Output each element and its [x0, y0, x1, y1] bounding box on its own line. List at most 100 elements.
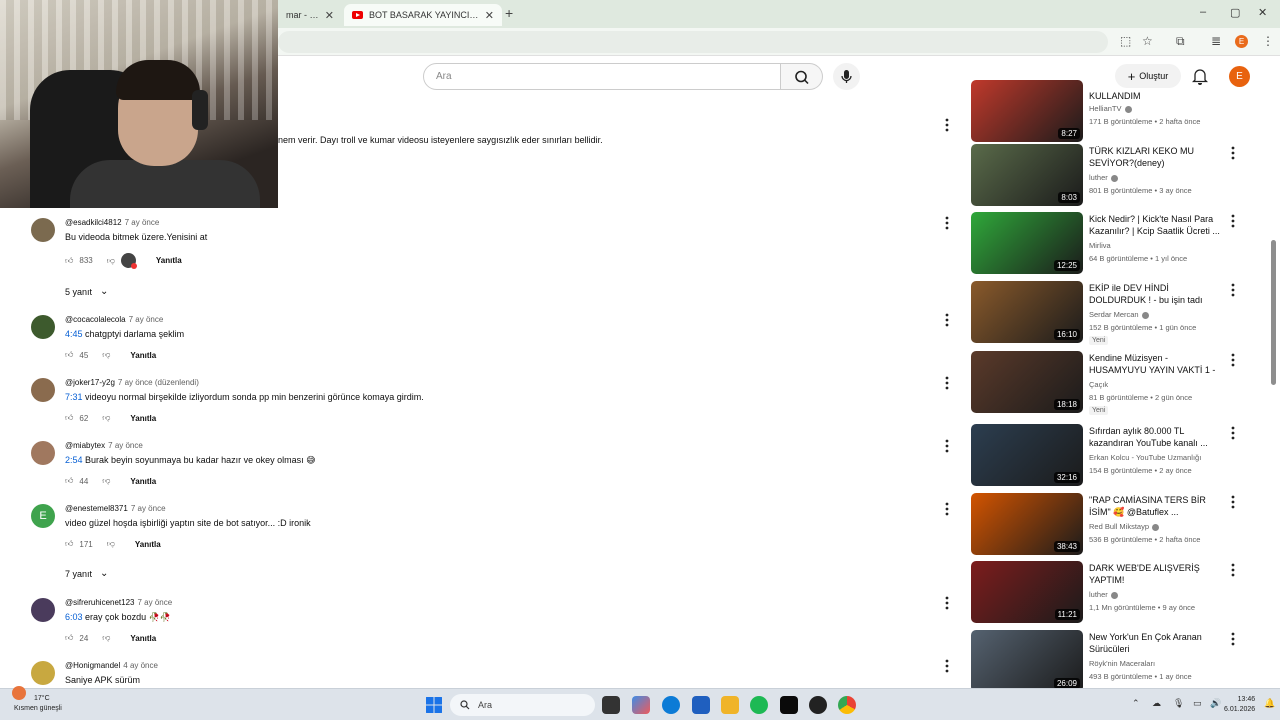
notifications-bell-icon[interactable] — [1192, 68, 1208, 85]
close-window-button[interactable]: ✕ — [1258, 6, 1267, 19]
video-more-icon[interactable] — [1230, 214, 1236, 228]
notifications-icon[interactable]: 🔔 — [1264, 698, 1275, 709]
dislike-icon[interactable]: 👎︎ — [102, 350, 110, 360]
tray-chevron-icon[interactable]: ⌃ — [1132, 698, 1140, 709]
browser-profile-avatar[interactable]: E — [1235, 35, 1248, 48]
comment-time[interactable]: 7 ay önce — [131, 504, 166, 513]
video-title[interactable]: Kendine Müzisyen - HUSAMYUYU YAYIN VAKTİ… — [1089, 352, 1224, 376]
comment-timestamp-link[interactable]: 2:54 — [65, 455, 83, 465]
tab-close-icon[interactable]: ✕ — [485, 9, 494, 22]
comment-time[interactable]: 7 ay önce — [108, 441, 143, 450]
channel-name[interactable]: Erkan Kolcu - YouTube Uzmanlığı — [1089, 453, 1201, 462]
comment-more-icon[interactable] — [944, 439, 950, 453]
comment-more-icon[interactable] — [944, 502, 950, 516]
reply-button[interactable]: Yanıtla — [156, 256, 182, 265]
reply-button[interactable]: Yanıtla — [130, 414, 156, 423]
like-icon[interactable]: 👍︎ — [65, 476, 73, 486]
comment-author[interactable]: @cocacolalecola — [65, 315, 126, 324]
minimize-button[interactable]: – — [1200, 6, 1206, 18]
dislike-icon[interactable]: 👎︎ — [102, 413, 110, 423]
view-replies-button[interactable]: 7 yanıt ⌄ — [65, 568, 108, 579]
like-icon[interactable]: 👍︎ — [65, 539, 73, 549]
recommended-video[interactable]: 8:03 TÜRK KIZLARI KEKO MU SEVİYOR?(deney)… — [971, 144, 1271, 208]
extensions-icon[interactable]: ⧉ — [1176, 34, 1185, 49]
comment-time[interactable]: 4 ay önce — [123, 661, 158, 670]
channel-name[interactable]: luther — [1089, 590, 1118, 599]
voice-search-button[interactable] — [833, 63, 860, 90]
video-thumbnail[interactable]: 38:43 — [971, 493, 1083, 555]
commenter-avatar[interactable] — [31, 315, 55, 339]
windows-start-icon[interactable] — [425, 696, 443, 714]
edge-icon[interactable] — [662, 696, 680, 714]
chrome-icon[interactable] — [838, 696, 856, 714]
tray-app-icon[interactable]: ☁ — [1152, 698, 1161, 709]
video-thumbnail[interactable]: 18:18 — [971, 351, 1083, 413]
search-button[interactable] — [781, 63, 823, 90]
dislike-icon[interactable]: 👎︎ — [107, 256, 115, 266]
taskbar-clock[interactable]: 13:46 6.01.2026 — [1224, 695, 1255, 715]
comment-author[interactable]: @Honigmandel — [65, 661, 120, 670]
comment-time[interactable]: 7 ay önce — [138, 598, 173, 607]
comment-author[interactable]: @esadkilci4812 — [65, 218, 122, 227]
video-title[interactable]: "RAP CAMİASINA TERS BİR İSİM" 🥰 @Batufle… — [1089, 494, 1224, 518]
video-more-icon[interactable] — [1230, 563, 1236, 577]
tab-close-icon[interactable]: ✕ — [325, 9, 334, 22]
new-tab-button[interactable]: + — [505, 5, 513, 21]
video-more-icon[interactable] — [1230, 632, 1236, 646]
commenter-avatar[interactable] — [31, 598, 55, 622]
video-more-icon[interactable] — [1230, 353, 1236, 367]
account-avatar[interactable]: E — [1229, 66, 1250, 87]
task-view-icon[interactable] — [602, 696, 620, 714]
comment-timestamp-link[interactable]: 6:03 — [65, 612, 83, 622]
address-bar[interactable] — [278, 31, 1108, 53]
reply-button[interactable]: Yanıtla — [130, 477, 156, 486]
maximize-button[interactable]: ▢ — [1230, 6, 1240, 19]
app-icon[interactable] — [809, 696, 827, 714]
volume-icon[interactable]: 🔊 — [1210, 698, 1221, 709]
channel-name[interactable]: Çaçık — [1089, 380, 1108, 389]
reply-button[interactable]: Yanıtla — [130, 351, 156, 360]
file-explorer-icon[interactable] — [721, 696, 739, 714]
video-title[interactable]: Sıfırdan aylık 80.000 TL kazandıran YouT… — [1089, 425, 1224, 449]
comment-more-icon[interactable] — [944, 376, 950, 390]
like-icon[interactable]: 👍︎ — [65, 350, 73, 360]
video-title[interactable]: Kick Nedir? | Kick'te Nasıl Para Kazanıl… — [1089, 213, 1224, 237]
video-thumbnail[interactable]: 11:21 — [971, 561, 1083, 623]
comment-more-icon[interactable] — [944, 596, 950, 610]
taskbar-search[interactable]: Ara — [450, 694, 595, 716]
channel-name[interactable]: HellianTV — [1089, 104, 1132, 113]
commenter-avatar[interactable] — [31, 218, 55, 242]
video-title[interactable]: EKİP ile DEV HİNDİ DOLDURDUK ! - bu işin… — [1089, 282, 1224, 306]
comment-time[interactable]: 7 ay önce — [125, 218, 160, 227]
recommended-video[interactable]: 11:21 DARK WEB'DE ALIŞVERİŞ YAPTIM! luther… — [971, 561, 1271, 625]
install-app-icon[interactable]: ⬚ — [1120, 34, 1131, 48]
comment-more-icon[interactable] — [944, 216, 950, 230]
video-title[interactable]: New York'un En Çok Aranan Sürücüleri — [1089, 631, 1224, 655]
commenter-avatar[interactable] — [31, 661, 55, 685]
view-replies-button[interactable]: 5 yanıt ⌄ — [65, 286, 108, 297]
dislike-icon[interactable]: 👎︎ — [102, 633, 110, 643]
video-title[interactable]: DARK WEB'DE ALIŞVERİŞ YAPTIM! — [1089, 562, 1224, 586]
bookmark-star-icon[interactable]: ☆ — [1142, 34, 1153, 48]
comment-time[interactable]: 7 ay önce — [129, 315, 164, 324]
comment-more-icon[interactable] — [944, 659, 950, 673]
video-more-icon[interactable] — [1230, 495, 1236, 509]
store-icon[interactable] — [692, 696, 710, 714]
recommended-video[interactable]: 32:16 Sıfırdan aylık 80.000 TL kazandıran… — [971, 424, 1271, 488]
like-icon[interactable]: 👍︎ — [65, 413, 73, 423]
channel-name[interactable]: Mirliva — [1089, 241, 1111, 250]
reply-button[interactable]: Yanıtla — [135, 540, 161, 549]
like-icon[interactable]: 👍︎ — [65, 256, 73, 266]
network-icon[interactable]: ▭ — [1193, 698, 1202, 709]
video-thumbnail[interactable]: 8:27 — [971, 80, 1083, 142]
video-thumbnail[interactable]: 12:25 — [971, 212, 1083, 274]
search-input[interactable]: Ara — [423, 63, 781, 90]
comment-author[interactable]: @joker17-y2g — [65, 378, 115, 387]
commenter-avatar[interactable] — [31, 378, 55, 402]
comment-author[interactable]: @enestemel8371 — [65, 504, 128, 513]
video-more-icon[interactable] — [1230, 426, 1236, 440]
like-icon[interactable]: 👍︎ — [65, 633, 73, 643]
channel-name[interactable]: Röyk'nin Maceraları — [1089, 659, 1155, 668]
comment-author[interactable]: @miabytex — [65, 441, 105, 450]
commenter-avatar[interactable]: E — [31, 504, 55, 528]
